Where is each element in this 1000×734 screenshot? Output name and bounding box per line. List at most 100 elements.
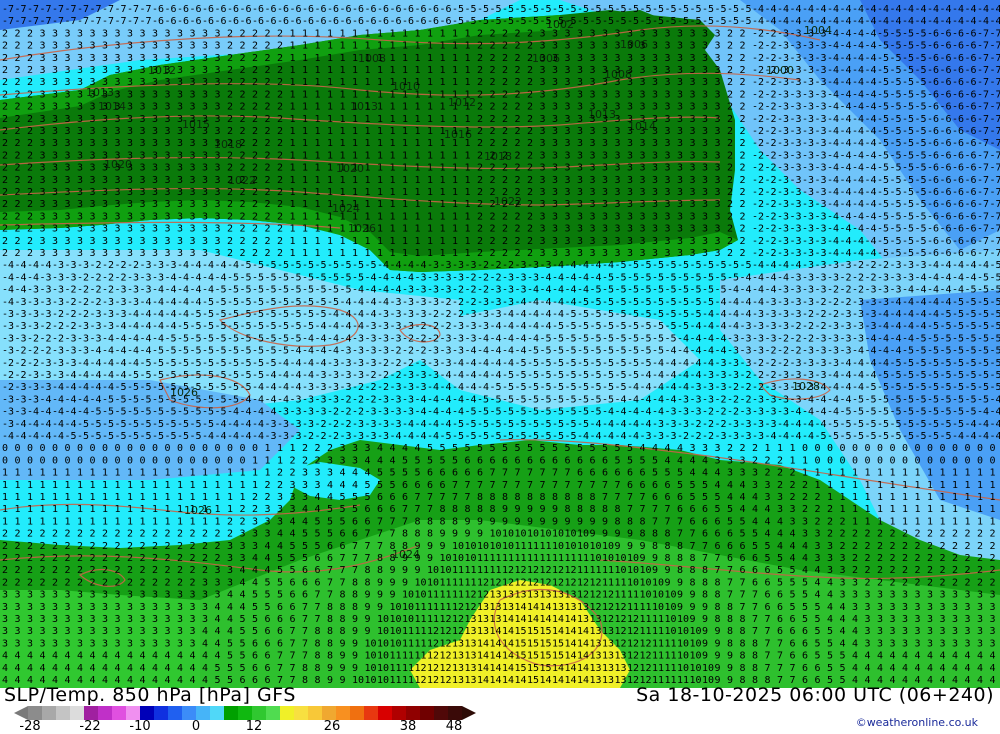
grid-value: 3: [977, 590, 983, 601]
grid-value: -3: [440, 333, 452, 344]
grid-value: 6: [752, 553, 758, 564]
grid-value: 2: [265, 89, 271, 100]
grid-value: -5: [527, 419, 539, 430]
grid-value: 2: [477, 65, 483, 76]
grid-value: 3: [665, 114, 671, 125]
grid-value: 10: [365, 663, 377, 674]
grid-value: 3: [202, 65, 208, 76]
grid-value: 0: [940, 455, 946, 466]
grid-value: -2: [840, 272, 852, 283]
grid-value: -4: [552, 272, 564, 283]
grid-value: 10: [390, 614, 402, 625]
grid-value: 8: [527, 492, 533, 503]
grid-value: 9: [377, 590, 383, 601]
grid-value: 1: [315, 175, 321, 186]
grid-value: 10: [390, 638, 402, 649]
grid-value: 2: [265, 480, 271, 491]
grid-value: 1: [377, 224, 383, 235]
grid-value: 10: [452, 553, 464, 564]
grid-value: 6: [490, 455, 496, 466]
grid-value: -4: [665, 394, 677, 405]
grid-value: 15: [540, 651, 552, 662]
grid-value: 10: [377, 675, 389, 686]
grid-value: -4: [165, 285, 177, 296]
grid-value: -4: [865, 199, 877, 210]
grid-value: -5: [890, 419, 902, 430]
grid-value: 1: [427, 150, 433, 161]
grid-value: 1: [340, 28, 346, 39]
grid-value: 3: [65, 89, 71, 100]
grid-value: -5: [152, 358, 164, 369]
grid-value: -5: [227, 394, 239, 405]
grid-value: -2: [702, 419, 714, 430]
grid-value: -4: [840, 126, 852, 137]
grid-value: 2: [740, 138, 746, 149]
grid-value: 3: [202, 138, 208, 149]
grid-value: -4: [815, 4, 827, 15]
grid-value: -4: [827, 382, 839, 393]
grid-value: 1: [177, 516, 183, 527]
grid-value: 9: [502, 516, 508, 527]
grid-value: 5: [240, 614, 246, 625]
grid-value: -5: [227, 346, 239, 357]
grid-value: 10: [440, 565, 452, 576]
grid-value: -3: [365, 346, 377, 357]
grid-value: -5: [715, 4, 727, 15]
grid-value: 3: [115, 114, 121, 125]
grid-value: -3: [802, 41, 814, 52]
grid-value: 11: [652, 626, 664, 637]
grid-value: 3: [2, 638, 8, 649]
grid-value: 2: [252, 248, 258, 259]
grid-value: -5: [102, 394, 114, 405]
grid-value: 2: [15, 187, 21, 198]
grid-value: 3: [602, 65, 608, 76]
grid-value: 9: [352, 626, 358, 637]
grid-value: 3: [177, 248, 183, 259]
grid-value: 2: [40, 553, 46, 564]
credit-link[interactable]: ©weatheronline.co.uk: [856, 716, 978, 729]
grid-value: 7: [390, 516, 396, 527]
grid-value: 2: [827, 529, 833, 540]
grid-value: -4: [190, 297, 202, 308]
grid-value: 1: [415, 175, 421, 186]
grid-value: 1: [877, 516, 883, 527]
grid-value: 5: [265, 577, 271, 588]
grid-value: -5: [902, 394, 914, 405]
grid-value: -4: [915, 321, 927, 332]
grid-value: 3: [165, 65, 171, 76]
grid-value: 2: [240, 516, 246, 527]
grid-value: -5: [865, 419, 877, 430]
grid-value: 14: [477, 663, 489, 674]
grid-value: 10: [377, 663, 389, 674]
grid-value: -5: [502, 4, 514, 15]
grid-value: 3: [27, 590, 33, 601]
grid-value: 3: [540, 89, 546, 100]
grid-value: 1: [877, 480, 883, 491]
grid-value: 2: [490, 89, 496, 100]
grid-value: -3: [740, 346, 752, 357]
grid-value: 3: [815, 541, 821, 552]
grid-value: 1: [915, 480, 921, 491]
grid-value: -3: [752, 309, 764, 320]
grid-value: 4: [740, 480, 746, 491]
grid-value: 12: [440, 663, 452, 674]
grid-value: -5: [215, 407, 227, 418]
grid-value: 12: [490, 577, 502, 588]
grid-value: 12: [515, 577, 527, 588]
grid-value: 3: [702, 53, 708, 64]
grid-value: 2: [177, 541, 183, 552]
grid-value: -2: [427, 333, 439, 344]
grid-value: 3: [40, 211, 46, 222]
grid-value: 2: [265, 224, 271, 235]
grid-value: 6: [315, 553, 321, 564]
grid-value: 4: [115, 651, 121, 662]
grid-value: 1: [415, 114, 421, 125]
grid-value: 3: [327, 455, 333, 466]
grid-value: 1: [290, 28, 296, 39]
grid-value: 3: [640, 175, 646, 186]
grid-value: 3: [202, 114, 208, 125]
grid-value: 3: [602, 211, 608, 222]
legend-tick-label: -28: [19, 719, 40, 734]
grid-value: 14: [565, 675, 577, 686]
grid-value: -6: [927, 163, 939, 174]
